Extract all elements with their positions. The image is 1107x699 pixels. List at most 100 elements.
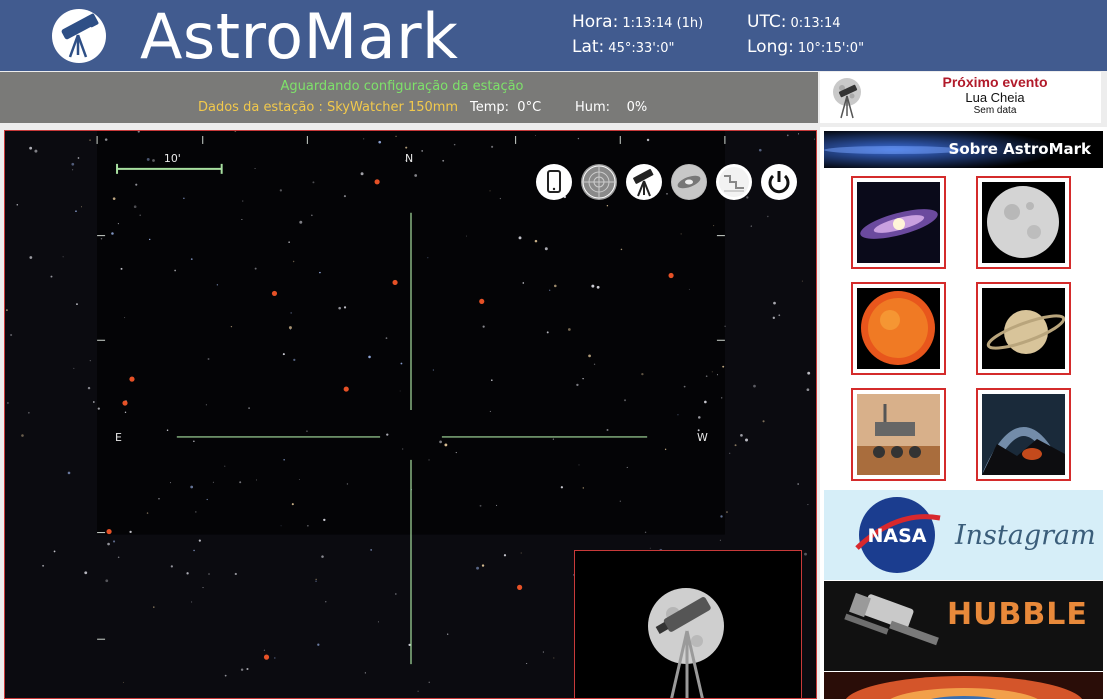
star [306, 430, 308, 432]
mars-rover-thumbnail[interactable] [851, 388, 946, 481]
star [428, 681, 430, 684]
chart-icon[interactable] [716, 164, 752, 200]
star [280, 525, 282, 527]
star [120, 267, 123, 270]
star [190, 485, 194, 489]
nasa-instagram-banner[interactable]: NASA Instagram [824, 490, 1103, 580]
star [444, 443, 448, 447]
star [542, 651, 544, 653]
telescope-logo-icon[interactable] [52, 9, 106, 63]
radar-icon[interactable] [581, 164, 617, 200]
star [84, 571, 88, 575]
red-star [122, 400, 128, 406]
star [292, 260, 295, 263]
star [291, 503, 294, 506]
star [205, 404, 207, 406]
hum-label: Hum: [575, 100, 611, 115]
about-banner[interactable]: Sobre AstroMark [824, 131, 1103, 168]
star [317, 643, 320, 646]
star [496, 504, 498, 506]
star [312, 181, 315, 184]
local-time: Hora: 1:13:14 (1h) [572, 12, 703, 32]
star [491, 379, 493, 382]
next-event-panel[interactable]: Próximo evento Lua Cheia Sem data [820, 72, 1101, 123]
star [624, 399, 626, 402]
star [146, 157, 150, 161]
star [606, 428, 609, 431]
star [124, 317, 126, 319]
telescope-icon[interactable] [626, 164, 662, 200]
star [453, 143, 456, 146]
star [124, 411, 127, 414]
star [778, 314, 781, 317]
power-icon[interactable] [761, 164, 797, 200]
star [646, 138, 650, 142]
time-value: 1:13:14 (1h) [622, 16, 704, 31]
star [283, 458, 285, 461]
star [92, 401, 95, 403]
star [273, 657, 276, 659]
star [417, 690, 419, 692]
sky-view-panel[interactable]: 10' N E W [4, 130, 817, 699]
star [224, 465, 226, 467]
star [234, 572, 237, 576]
star [319, 271, 321, 274]
star [364, 672, 366, 674]
sun-thumbnail[interactable] [851, 282, 946, 375]
star [112, 540, 116, 543]
star [107, 542, 110, 546]
saturn-thumbnail[interactable] [976, 282, 1071, 375]
right-sidebar: Sobre AstroMark NASA Instagram HUBBLE [820, 127, 1107, 699]
star [370, 549, 372, 551]
star [813, 138, 815, 140]
star [186, 572, 189, 575]
star [807, 371, 811, 375]
star [549, 289, 551, 291]
star [81, 206, 82, 208]
star [152, 159, 155, 162]
star [207, 358, 210, 360]
star [290, 312, 292, 314]
star [263, 649, 266, 651]
hubble-banner[interactable]: HUBBLE [824, 581, 1103, 671]
star [71, 162, 75, 166]
milky-way-arch-thumbnail[interactable] [976, 388, 1071, 481]
next-event-title: Próximo evento [942, 74, 1048, 90]
star [711, 371, 713, 373]
star [315, 580, 317, 582]
station-status-bar: Aguardando configuração da estação Dados… [0, 72, 818, 123]
star [224, 674, 227, 677]
star [158, 498, 160, 500]
star [135, 183, 138, 186]
galaxy-thumbnail[interactable] [851, 176, 946, 269]
star [666, 193, 668, 195]
star [71, 169, 74, 171]
star [230, 325, 233, 328]
temp-label: Temp: [470, 100, 510, 115]
star [588, 354, 591, 358]
lat-value: 45°:33':0" [608, 41, 675, 56]
star [288, 326, 292, 330]
star [239, 481, 242, 484]
star [133, 205, 137, 209]
star [255, 479, 257, 481]
telescope-view-panel[interactable] [574, 550, 802, 698]
star [806, 388, 810, 392]
red-star [271, 290, 278, 297]
star [343, 306, 347, 309]
star [325, 601, 327, 603]
moon-thumbnail[interactable] [976, 176, 1071, 269]
star [53, 550, 56, 553]
hubble-label: HUBBLE [947, 597, 1088, 632]
star [807, 504, 809, 506]
star [170, 565, 173, 568]
star [719, 539, 721, 541]
nebula-banner[interactable] [824, 672, 1103, 699]
galaxy-icon[interactable] [671, 164, 707, 200]
star [720, 515, 723, 518]
mobile-icon[interactable] [536, 164, 572, 200]
star [762, 420, 765, 423]
star [212, 481, 214, 483]
app-root: AstroMark Hora: 1:13:14 (1h) UTC: 0:13:14 … [0, 0, 1107, 699]
star [499, 197, 502, 200]
